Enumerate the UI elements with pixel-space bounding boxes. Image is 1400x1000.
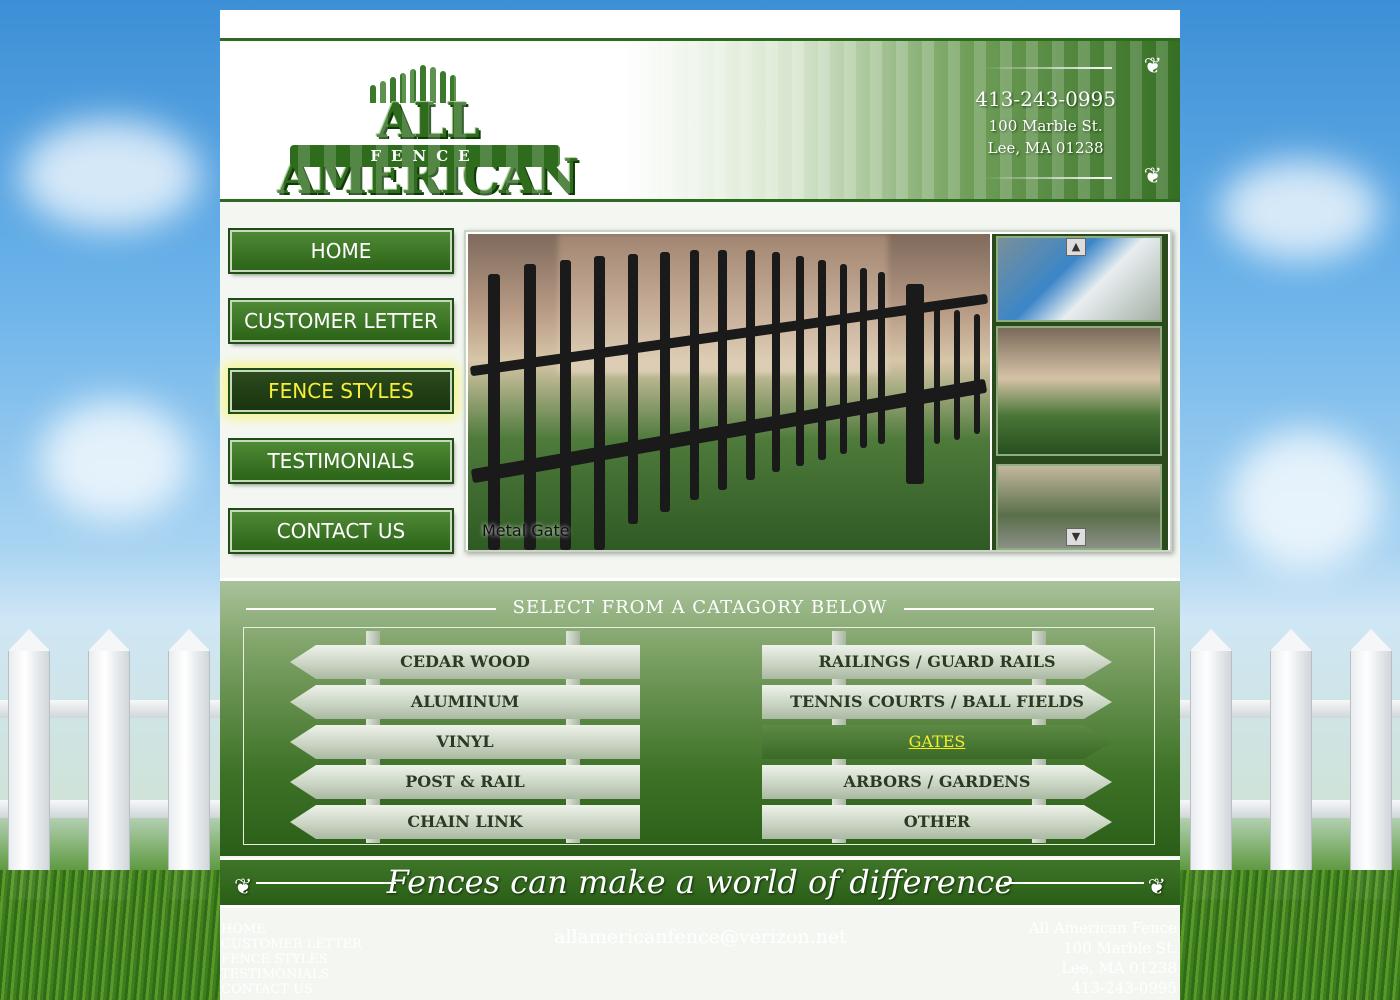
footer-link-home[interactable]: HOME [221,922,362,937]
category-arbors-gardens[interactable]: ARBORS / GARDENS [762,765,1112,799]
footer-company: All American Fence [1028,919,1177,937]
category-railings[interactable]: RAILINGS / GUARD RAILS [762,645,1112,679]
flourish-ornament-icon: ❦ [234,875,253,900]
background-cloud [1230,430,1380,570]
footer-email-link[interactable]: allamericanfence@verizon.net [554,926,847,948]
footer-phone: 413-243-0995 [1071,979,1177,997]
header-street: 100 Marble St. [988,117,1103,135]
nav-testimonials-button[interactable]: TESTIMONIALS [228,438,454,484]
site-footer: HOME CUSTOMER LETTER FENCE STYLES TESTIM… [220,908,1180,1000]
category-vinyl[interactable]: VINYL [290,725,640,759]
background-fence-left [0,629,220,900]
flourish-ornament-icon: ❦ [982,55,1162,79]
category-other[interactable]: OTHER [762,805,1112,839]
logo-subtitle: FENCE [290,145,560,167]
footer-city: Lee, MA 01238 [1061,959,1177,977]
flourish-ornament-icon: ❦ [1147,875,1166,900]
gallery-thumbnails: ▲ ▼ [992,234,1168,550]
category-section: SELECT FROM A CATAGORY BELOW CEDAR WOOD … [220,578,1180,856]
category-tennis-courts[interactable]: TENNIS COURTS / BALL FIELDS [762,685,1112,719]
category-chain-link[interactable]: CHAIN LINK [290,805,640,839]
image-gallery: Metal Gate ▲ ▼ [464,230,1172,552]
slogan-text: Fences can make a world of difference [386,863,1014,901]
background-fence-right [1180,629,1400,900]
flourish-ornament-icon: ❦ [982,165,1162,189]
category-post-rail[interactable]: POST & RAIL [290,765,640,799]
nav-fence-styles-button[interactable]: FENCE STYLES [228,368,454,414]
main-nav: HOME CUSTOMER LETTER FENCE STYLES TESTIM… [228,228,454,580]
logo[interactable]: ALL AMERICAN FENCE [238,63,618,205]
category-cedar-wood[interactable]: CEDAR WOOD [290,645,640,679]
gallery-thumbnail[interactable] [996,326,1162,456]
site-header: ALL AMERICAN FENCE ❦ 413-243-0995 100 Ma… [220,38,1180,205]
background-cloud [40,400,190,520]
nav-home-button[interactable]: HOME [228,228,454,274]
footer-link-fence-styles[interactable]: FENCE STYLES [221,952,362,967]
slogan-banner: ❦ Fences can make a world of difference … [220,858,1180,908]
header-contact: 413-243-0995 100 Marble St. Lee, MA 0123… [975,87,1116,159]
scroll-down-icon[interactable]: ▼ [1066,528,1086,546]
footer-address: All American Fence 100 Marble St. Lee, M… [1029,918,1177,998]
header-phone: 413-243-0995 [975,87,1116,111]
footer-link-testimonials[interactable]: TESTIMONIALS [221,967,362,982]
header-city: Lee, MA 01238 [987,139,1104,157]
category-heading: SELECT FROM A CATAGORY BELOW [220,597,1180,618]
nav-customer-letter-button[interactable]: CUSTOMER LETTER [228,298,454,344]
footer-street: 100 Marble St. [1063,939,1177,957]
background-cloud [20,120,200,230]
gallery-caption: Metal Gate [482,521,570,540]
category-gates[interactable]: GATES [762,725,1112,759]
footer-link-customer-letter[interactable]: CUSTOMER LETTER [221,937,362,952]
footer-link-contact-us[interactable]: CONTACT US [221,982,362,997]
nav-contact-us-button[interactable]: CONTACT US [228,508,454,554]
top-strip [220,10,1180,38]
category-aluminum[interactable]: ALUMINUM [290,685,640,719]
scroll-up-icon[interactable]: ▲ [1066,238,1086,256]
footer-links: HOME CUSTOMER LETTER FENCE STYLES TESTIM… [221,922,362,997]
gallery-main-image[interactable]: Metal Gate [468,234,990,550]
background-cloud [1220,160,1380,260]
page-container: ALL AMERICAN FENCE ❦ 413-243-0995 100 Ma… [220,10,1180,1000]
